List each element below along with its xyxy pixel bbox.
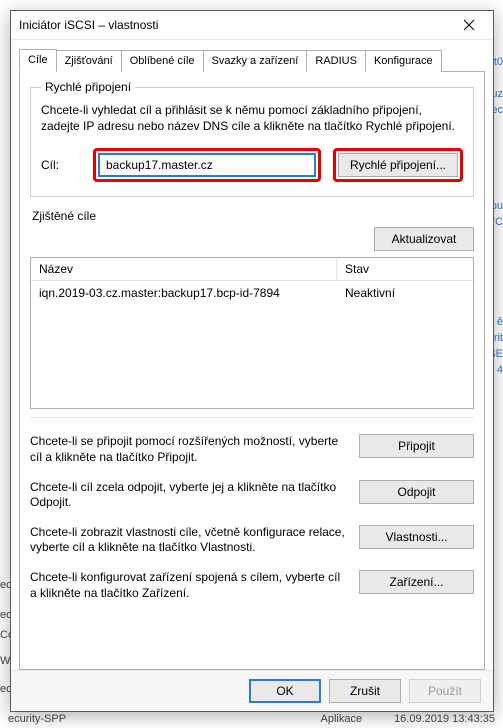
tab-discovery[interactable]: Zjišťování (56, 50, 122, 72)
cell-state: Neaktivní (337, 284, 473, 302)
quick-connect-text: Chcete-li vyhledat cíl a přihlásit se k … (41, 102, 463, 134)
targets-header: Název Stav (31, 258, 473, 281)
quick-connect-legend: Rychlé připojení (41, 80, 135, 94)
quick-connect-button[interactable]: Rychlé připojení... (338, 153, 458, 177)
disconnect-desc: Chcete-li cíl zcela odpojit, vyberte jej… (30, 480, 345, 511)
titlebar: Iniciátor iSCSI – vlastnosti (11, 11, 493, 40)
discovered-targets-label: Zjištěné cíle (32, 209, 474, 223)
quick-connect-group: Rychlé připojení Chcete-li vyhledat cíl … (30, 80, 474, 197)
refresh-button[interactable]: Aktualizovat (374, 227, 474, 251)
connect-button[interactable]: Připojit (359, 434, 474, 458)
tab-volumes[interactable]: Svazky a zařízení (203, 50, 308, 72)
bg-text: 4 (497, 364, 503, 376)
properties-button[interactable]: Vlastnosti... (359, 525, 474, 549)
disconnect-button[interactable]: Odpojit (359, 480, 474, 504)
window-title: Iniciátor iSCSI – vlastnosti (19, 18, 449, 32)
target-input-highlight (93, 148, 321, 182)
connect-desc: Chcete-li se připojit pomocí rozšířených… (30, 434, 345, 465)
bg-text: rit (494, 332, 503, 344)
quick-connect-highlight: Rychlé připojení... (333, 148, 463, 182)
tab-strip: Cíle Zjišťování Oblíbené cíle Svazky a z… (19, 48, 485, 72)
column-state[interactable]: Stav (337, 258, 473, 280)
statusbar: ecurity-SPP Aplikace 16.09.2019 13:43:35 (0, 710, 503, 728)
cancel-button[interactable]: Zrušit (329, 679, 401, 703)
tab-favorites[interactable]: Oblíbené cíle (121, 50, 204, 72)
properties-desc: Chcete-li zobrazit vlastnosti cíle, včet… (30, 525, 345, 556)
tab-page-targets: Rychlé připojení Chcete-li vyhledat cíl … (19, 72, 485, 670)
devices-button[interactable]: Zařízení... (359, 570, 474, 594)
status-time: 16.09.2019 13:43:35 (394, 713, 495, 725)
table-row[interactable]: iqn.2019-03.cz.master:backup17.bcp-id-78… (31, 281, 473, 305)
status-left: ecurity-SPP (8, 713, 66, 725)
ok-button[interactable]: OK (249, 679, 321, 703)
status-app: Aplikace (320, 713, 362, 725)
column-name[interactable]: Název (31, 258, 337, 280)
close-button[interactable] (449, 12, 489, 38)
dialog-button-row: OK Zrušit Použít (11, 670, 493, 711)
close-icon (463, 19, 475, 31)
bg-text: ě (497, 316, 503, 328)
targets-table[interactable]: Název Stav iqn.2019-03.cz.master:backup1… (30, 257, 474, 409)
cell-name: iqn.2019-03.cz.master:backup17.bcp-id-78… (31, 284, 337, 302)
tab-radius[interactable]: RADIUS (306, 50, 366, 72)
tab-configuration[interactable]: Konfigurace (365, 50, 442, 72)
tab-targets[interactable]: Cíle (19, 49, 57, 72)
iscsi-properties-dialog: Iniciátor iSCSI – vlastnosti Cíle Zjišťo… (10, 10, 494, 712)
apply-button[interactable]: Použít (409, 679, 481, 703)
target-label: Cíl: (41, 158, 81, 172)
target-input[interactable] (98, 153, 316, 177)
devices-desc: Chcete-li konfigurovat zařízení spojená … (30, 570, 345, 601)
